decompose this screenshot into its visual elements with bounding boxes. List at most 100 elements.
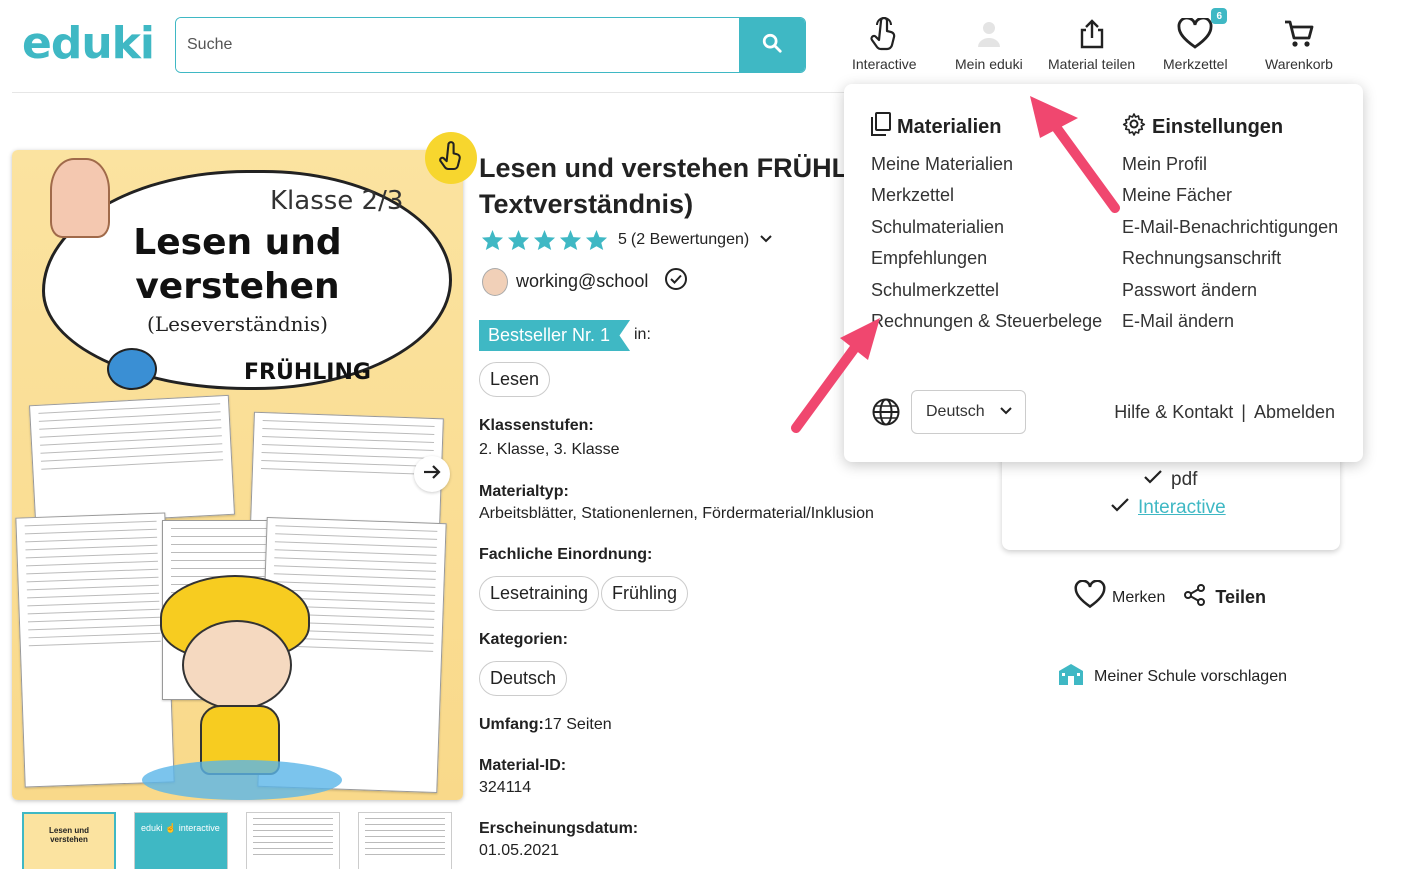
interactive-badge bbox=[425, 132, 477, 184]
teilen-button[interactable]: Teilen bbox=[1183, 583, 1266, 612]
menu-email-benachrichtigungen[interactable]: E-Mail-Benachrichtigungen bbox=[1122, 217, 1338, 238]
user-icon bbox=[976, 14, 1002, 54]
erscheinungsdatum-value: 01.05.2021 bbox=[479, 842, 560, 859]
nav-label: Merkzettel bbox=[1163, 56, 1228, 72]
nav-material-teilen[interactable]: Material teilen bbox=[1048, 14, 1135, 72]
nav-label: Material teilen bbox=[1048, 56, 1136, 72]
menu-email-aendern[interactable]: E-Mail ändern bbox=[1122, 311, 1234, 332]
nav-interactive[interactable]: Interactive bbox=[852, 14, 917, 72]
menu-merkzettel[interactable]: Merkzettel bbox=[871, 185, 954, 206]
copy-documents-icon bbox=[871, 112, 891, 142]
einstellungen-title: Einstellungen bbox=[1152, 115, 1284, 138]
thumbnail-text: eduki ☝ interactive bbox=[141, 823, 220, 833]
format-pdf-label: pdf bbox=[1171, 469, 1198, 490]
product-actions: Merken Teilen bbox=[1074, 579, 1266, 615]
star-icon bbox=[507, 229, 530, 251]
cover-subtitle: (Leseverständnis) bbox=[147, 312, 328, 336]
fachliche-chip-fruehling[interactable]: Frühling bbox=[601, 576, 689, 611]
menu-meine-materialien[interactable]: Meine Materialien bbox=[871, 154, 1013, 175]
menu-schulmaterialien[interactable]: Schulmaterialien bbox=[871, 217, 1004, 238]
erscheinungsdatum-label: Erscheinungsdatum: bbox=[479, 820, 639, 837]
thumbnail[interactable] bbox=[246, 812, 340, 869]
cover-klasse: Klasse 2/3 bbox=[270, 186, 404, 216]
umfang-value: 17 Seiten bbox=[544, 716, 612, 733]
nav-merkzettel[interactable]: 6 Merkzettel bbox=[1163, 8, 1228, 72]
eduki-logo[interactable]: eduki bbox=[22, 18, 155, 69]
nav-warenkorb[interactable]: Warenkorb bbox=[1265, 14, 1333, 72]
thumbnail-title: verstehen bbox=[50, 835, 88, 844]
search-input[interactable] bbox=[176, 18, 739, 72]
menu-empfehlungen[interactable]: Empfehlungen bbox=[871, 248, 987, 269]
material-id-value: 324114 bbox=[479, 779, 532, 796]
dropdown-footer-links: Hilfe & Kontakt | Abmelden bbox=[1114, 402, 1335, 423]
share-icon bbox=[1183, 583, 1207, 612]
author-name: working@school bbox=[516, 271, 649, 291]
hand-pointer-icon bbox=[438, 140, 464, 176]
water-splash-illustration bbox=[142, 760, 342, 800]
materialtyp-label: Materialtyp: bbox=[479, 483, 569, 500]
product-title: Lesen und verstehen FRÜHLIN bbox=[479, 153, 859, 183]
globe-icon bbox=[871, 397, 901, 432]
nav-label: Warenkorb bbox=[1265, 56, 1333, 72]
menu-rechnungen[interactable]: Rechnungen & Steuerbelege bbox=[871, 311, 1102, 332]
help-contact-link[interactable]: Hilfe & Kontakt bbox=[1114, 402, 1233, 423]
heart-icon: 6 bbox=[1177, 8, 1228, 54]
fachliche-chip-lesetraining[interactable]: Lesetraining bbox=[479, 576, 600, 611]
menu-passwort-aendern[interactable]: Passwort ändern bbox=[1122, 280, 1257, 301]
einstellungen-heading: Einstellungen bbox=[1122, 112, 1283, 142]
language-select[interactable]: Deutsch bbox=[911, 390, 1026, 434]
author[interactable]: working@school bbox=[482, 267, 688, 296]
bestseller-badge: Bestseller Nr. 1 bbox=[479, 320, 631, 351]
fachliche-einordnung-label: Fachliche Einordnung: bbox=[479, 546, 653, 563]
materialien-title: Materialien bbox=[897, 115, 1002, 138]
girl-face-illustration bbox=[182, 620, 292, 710]
nav-label: Mein eduki bbox=[955, 56, 1023, 72]
cart-icon bbox=[1283, 14, 1315, 54]
school-suggest-button[interactable]: Meiner Schule vorschlagen bbox=[1058, 662, 1287, 691]
search-button[interactable] bbox=[739, 18, 805, 72]
menu-meine-faecher[interactable]: Meine Fächer bbox=[1122, 185, 1232, 206]
cover-title-line2: verstehen bbox=[135, 266, 340, 307]
search-icon bbox=[761, 32, 783, 59]
rating[interactable]: 5 (2 Bewertungen) bbox=[481, 229, 773, 251]
footer-separator: | bbox=[1241, 402, 1246, 422]
chevron-down-icon bbox=[999, 403, 1013, 421]
logout-link[interactable]: Abmelden bbox=[1254, 402, 1335, 423]
account-dropdown-menu: Materialien Meine Materialien Merkzettel… bbox=[844, 84, 1363, 462]
star-icon bbox=[559, 229, 582, 251]
verified-icon bbox=[664, 267, 688, 296]
format-interactive-link[interactable]: Interactive bbox=[1138, 497, 1226, 519]
cover-title-line1: Lesen und bbox=[133, 222, 342, 263]
thumbnail[interactable] bbox=[358, 812, 452, 869]
format-pdf: pdf bbox=[1143, 469, 1197, 491]
format-interactive: Interactive bbox=[1110, 497, 1226, 519]
bestseller-category-chip[interactable]: Lesen bbox=[479, 362, 551, 397]
rating-count: (2 Bewertungen) bbox=[630, 231, 750, 248]
merken-button[interactable]: Merken bbox=[1074, 579, 1165, 615]
worksheet-preview bbox=[15, 512, 175, 788]
thumbnail-strip: Lesen und verstehen eduki ☝ interactive bbox=[22, 812, 452, 869]
menu-rechnungsanschrift[interactable]: Rechnungsanschrift bbox=[1122, 248, 1281, 269]
worksheet-preview bbox=[28, 394, 236, 526]
product-title-line2: Textverständnis) bbox=[479, 189, 694, 219]
nav-label: Interactive bbox=[852, 56, 917, 72]
kategorie-chip-deutsch[interactable]: Deutsch bbox=[479, 661, 568, 696]
chevron-down-icon bbox=[759, 231, 773, 249]
hand-pointer-icon bbox=[869, 14, 899, 54]
nav-mein-eduki[interactable]: Mein eduki bbox=[955, 14, 1023, 72]
school-building-icon bbox=[1058, 662, 1084, 691]
rating-value: 5 bbox=[618, 231, 627, 248]
language-value: Deutsch bbox=[926, 403, 985, 420]
menu-mein-profil[interactable]: Mein Profil bbox=[1122, 154, 1207, 175]
teilen-label: Teilen bbox=[1215, 587, 1267, 607]
menu-schulmerkzettel[interactable]: Schulmerkzettel bbox=[871, 280, 999, 301]
product-cover-image[interactable]: Klasse 2/3 Lesen und verstehen (Lesevers… bbox=[12, 150, 463, 800]
klassenstufen-label: Klassenstufen: bbox=[479, 417, 594, 434]
author-avatar bbox=[482, 267, 508, 296]
thumbnail[interactable]: Lesen und verstehen bbox=[22, 812, 116, 869]
rating-stars bbox=[481, 229, 608, 251]
thumbnail[interactable]: eduki ☝ interactive bbox=[134, 812, 228, 869]
material-id-label: Material-ID: bbox=[479, 757, 567, 774]
star-icon bbox=[481, 229, 504, 251]
next-image-button[interactable] bbox=[414, 456, 450, 492]
